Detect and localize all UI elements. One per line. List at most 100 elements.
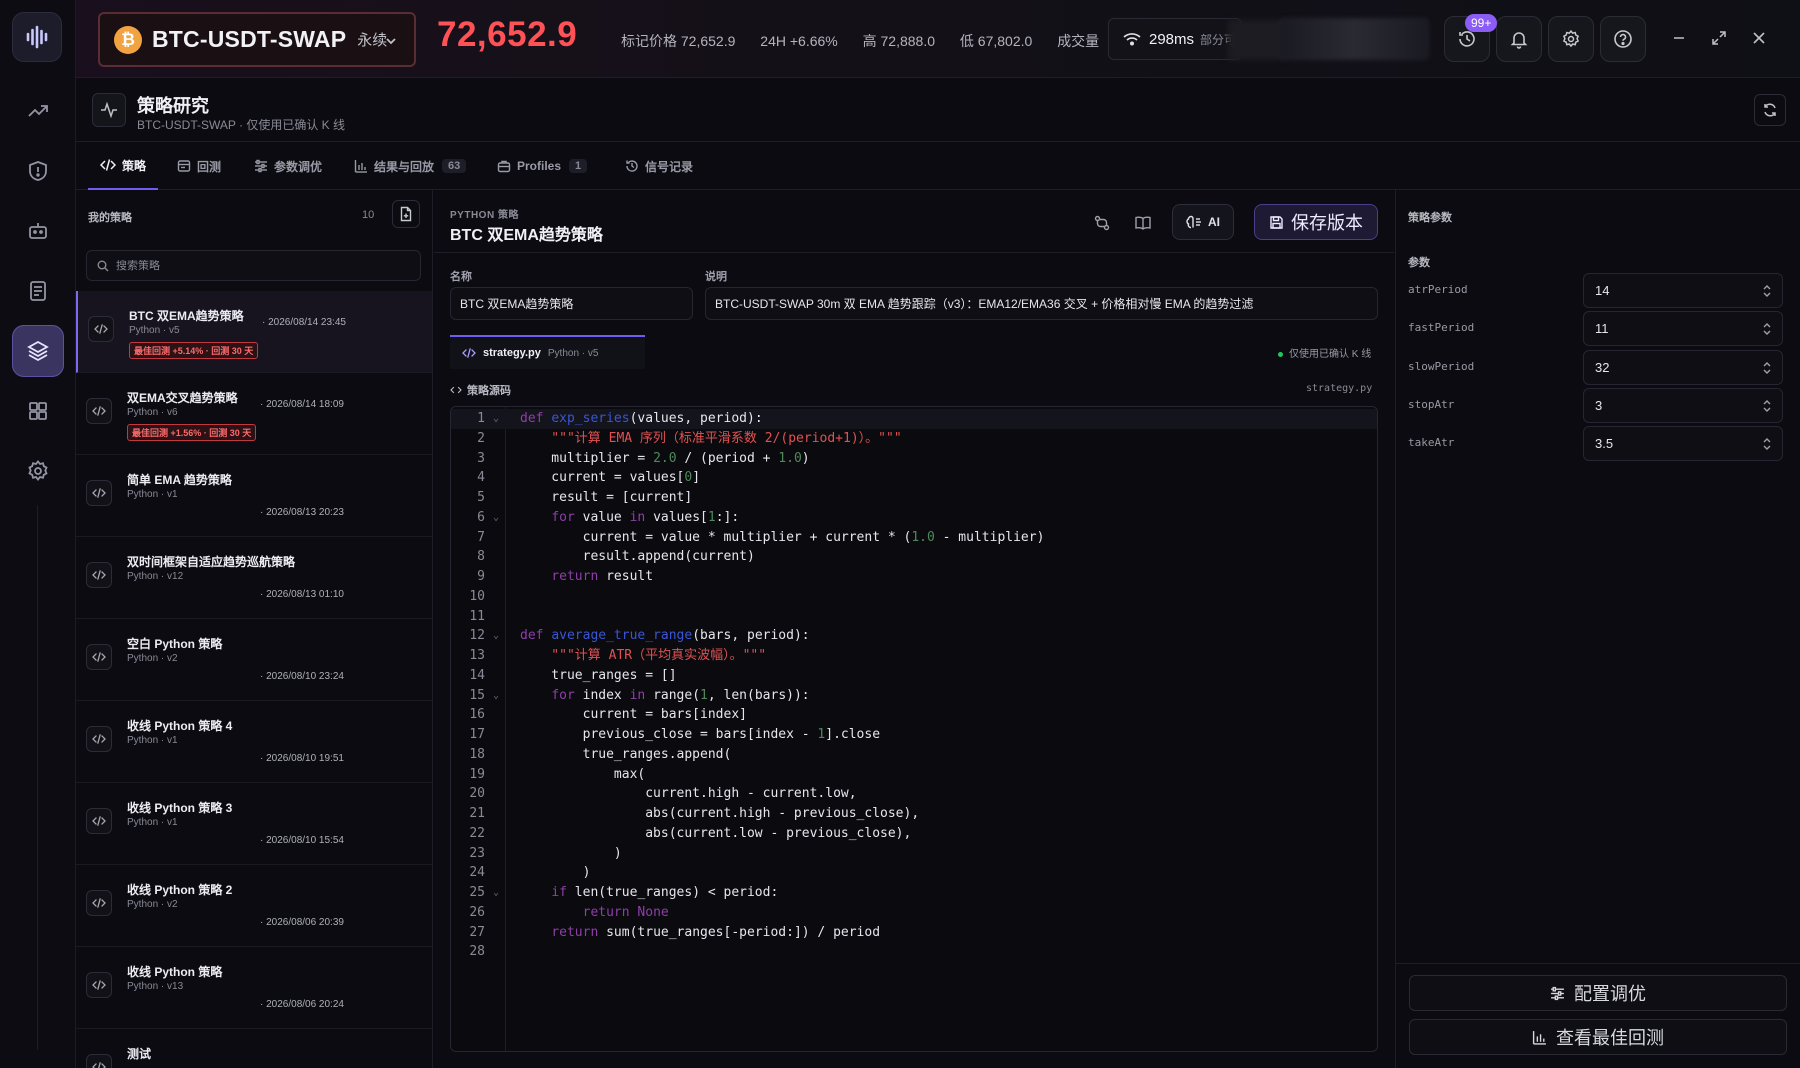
save-version-button[interactable]: 保存版本 xyxy=(1254,204,1378,240)
nav-dashboard[interactable] xyxy=(12,385,64,437)
stepper-icon[interactable] xyxy=(1762,436,1772,452)
code-icon xyxy=(86,644,112,670)
fold-chevron-icon[interactable]: ⌄ xyxy=(493,409,499,429)
strategy-list-item[interactable]: BTC 双EMA趋势策略 Python · v5 · 2026/08/14 23:4… xyxy=(76,291,432,373)
code-line: 14 true_ranges = [] xyxy=(451,666,1377,686)
strategy-name: BTC 双EMA趋势策略 xyxy=(129,309,244,323)
backtest-icon xyxy=(177,159,191,173)
code-icon xyxy=(86,480,112,506)
strategy-meta: Python · v5 xyxy=(129,325,180,336)
refresh-button[interactable] xyxy=(1754,94,1786,126)
stepper-icon[interactable] xyxy=(1762,398,1772,414)
fold-chevron-icon[interactable]: ⌄ xyxy=(493,626,499,646)
search-input[interactable] xyxy=(116,259,406,272)
tab-backtest[interactable]: 回测 xyxy=(177,142,221,190)
file-tab-meta: Python · v5 xyxy=(547,347,599,359)
layers-icon xyxy=(27,340,49,362)
tab-results[interactable]: 结果与回放 63 xyxy=(354,142,467,190)
maximize-button[interactable] xyxy=(1707,26,1731,50)
strategy-date-text: 2026/08/13 01:10 xyxy=(266,589,344,600)
strategy-date-text: 2026/08/10 15:54 xyxy=(266,835,344,846)
nav-bot[interactable] xyxy=(12,205,64,257)
contract-type: 永续 xyxy=(357,32,388,49)
compare-button[interactable] xyxy=(1089,210,1115,236)
ai-label: AI xyxy=(1208,215,1220,229)
strategy-date-text: 2026/08/06 20:24 xyxy=(266,999,344,1010)
nav-settings[interactable] xyxy=(12,445,64,497)
strategy-list-item[interactable]: 收线 Python 策略 3 Python · v1 · 2026/08/10 15… xyxy=(76,783,432,865)
code-line: 22 abs(current.low - previous_close), xyxy=(451,824,1377,844)
strategy-list-item[interactable]: 双时间框架自适应趋势巡航策略 Python · v12 · 2026/08/13 0… xyxy=(76,537,432,619)
tab-label: 回测 xyxy=(197,159,222,174)
help-button[interactable] xyxy=(1600,16,1646,62)
nav-markets[interactable] xyxy=(12,85,64,137)
strategy-name: 收线 Python 策略 3 xyxy=(127,801,233,815)
tab-strategy[interactable]: 策略 xyxy=(88,142,159,190)
strategy-date: · 2026/08/10 15:54 xyxy=(260,835,344,846)
code-line: 3 multiplier = 2.0 / (period + 1.0) xyxy=(451,449,1377,469)
stepper-icon[interactable] xyxy=(1762,360,1772,376)
strategy-list-item[interactable]: 收线 Python 策略 Python · v13 · 2026/08/06 20:… xyxy=(76,947,432,1029)
fold-chevron-icon[interactable]: ⌄ xyxy=(493,508,499,528)
fold-chevron-icon[interactable]: ⌄ xyxy=(493,686,499,706)
settings-button[interactable] xyxy=(1548,16,1594,62)
rail-divider xyxy=(37,505,38,1050)
minimize-button[interactable] xyxy=(1667,26,1691,50)
nav-risk[interactable] xyxy=(12,145,64,197)
symbol-name: BTC-USDT-SWAP xyxy=(152,26,347,52)
page-header: 策略研究 BTC-USDT-SWAP · 仅使用已确认 K 线 xyxy=(76,78,1800,142)
strategy-list-item[interactable]: 测试 xyxy=(76,1029,432,1068)
code-text: return sum(true_ranges[-period:]) / peri… xyxy=(551,924,881,940)
nav-strategy[interactable] xyxy=(12,325,64,377)
view-best-backtest-button[interactable]: 查看最佳回测 xyxy=(1409,1019,1787,1055)
tab-tuning[interactable]: 参数调优 xyxy=(254,142,322,190)
line-number: 26 xyxy=(469,904,485,920)
volume-label: 成交量 xyxy=(1057,33,1100,49)
stepper-icon[interactable] xyxy=(1762,321,1772,337)
strategy-date: · 2026/08/10 23:24 xyxy=(260,671,344,682)
docs-button[interactable] xyxy=(1130,210,1156,236)
new-strategy-button[interactable] xyxy=(392,200,420,228)
configure-tuning-button[interactable]: 配置调优 xyxy=(1409,975,1787,1011)
notifications-button[interactable] xyxy=(1496,16,1542,62)
description-field[interactable]: BTC-USDT-SWAP 30m 双 EMA 趋势跟踪（v3）：EMA12/E… xyxy=(705,287,1378,320)
file-plus-icon xyxy=(400,206,412,222)
code-line: 18 true_ranges.append( xyxy=(451,745,1377,765)
strategy-name: 收线 Python 策略 xyxy=(127,965,223,979)
close-button[interactable] xyxy=(1747,26,1771,50)
symbol-selector[interactable]: ₿ BTC-USDT-SWAP 永续 xyxy=(98,12,416,67)
strategy-date: · 2026/08/14 23:45 xyxy=(262,317,346,328)
param-value-input[interactable]: 3.5 xyxy=(1583,426,1783,462)
redacted-area xyxy=(1228,20,1284,60)
sliders-icon xyxy=(254,159,268,173)
strategy-date-text: 2026/08/14 23:45 xyxy=(268,317,346,328)
code-editor[interactable]: 1 ⌄ def exp_series(values, period): 2 """计算… xyxy=(450,406,1378,1052)
strategy-list-item[interactable]: 收线 Python 策略 2 Python · v2 · 2026/08/06 20… xyxy=(76,865,432,947)
source-label-text: 策略源码 xyxy=(467,385,511,397)
strategy-list-item[interactable]: 收线 Python 策略 4 Python · v1 · 2026/08/10 19… xyxy=(76,701,432,783)
param-value-input[interactable]: 32 xyxy=(1583,349,1783,385)
latency-indicator[interactable]: 298ms 部分可 xyxy=(1108,18,1242,60)
file-tab-strategy-py[interactable]: strategy.py Python · v5 xyxy=(450,335,645,369)
strategy-list-item[interactable]: 双EMA交叉趋势策略 Python · v6 · 2026/08/14 18:09 最… xyxy=(76,373,432,455)
editor-title: BTC 双EMA趋势策略 xyxy=(450,227,603,244)
code-line: 21 abs(current.high - previous_close), xyxy=(451,804,1377,824)
tab-signals[interactable]: 信号记录 xyxy=(625,142,693,190)
tab-profiles[interactable]: Profiles 1 xyxy=(497,142,588,190)
strategy-name: 双时间框架自适应趋势巡航策略 xyxy=(127,555,296,569)
strategy-list-item[interactable]: 空白 Python 策略 Python · v2 · 2026/08/10 23:2… xyxy=(76,619,432,701)
ai-button[interactable]: AI xyxy=(1172,204,1234,240)
fold-chevron-icon[interactable]: ⌄ xyxy=(493,883,499,903)
code-text: ) xyxy=(520,865,591,881)
param-value-input[interactable]: 14 xyxy=(1583,273,1783,308)
name-field[interactable]: BTC 双EMA趋势策略 xyxy=(450,287,693,320)
stepper-icon[interactable] xyxy=(1762,283,1772,299)
nav-journal[interactable] xyxy=(12,265,64,317)
strategy-list-item[interactable]: 简单 EMA 趋势策略 Python · v1 · 2026/08/13 20:23 xyxy=(76,455,432,537)
param-value-input[interactable]: 3 xyxy=(1583,387,1783,423)
app-logo[interactable] xyxy=(12,12,62,62)
param-value-input[interactable]: 11 xyxy=(1583,311,1783,347)
tab-bar: 策略 回测 参数调优 结果与回放 63 Profiles 1 信号记录 xyxy=(76,142,1800,190)
tab-count: 1 xyxy=(569,159,588,173)
line-number: 1 xyxy=(477,411,485,426)
